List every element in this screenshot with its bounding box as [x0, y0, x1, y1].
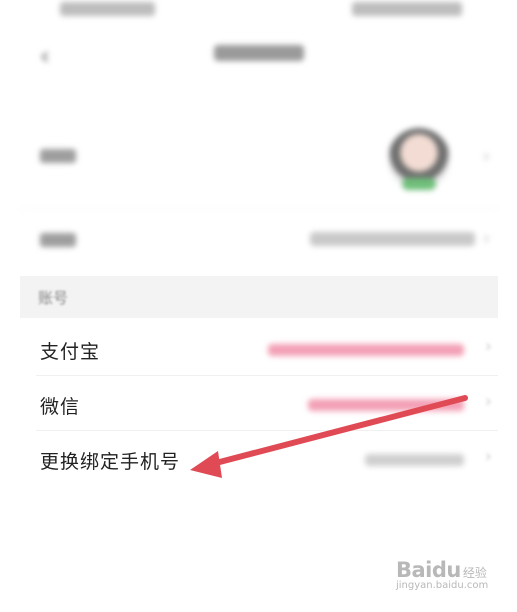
watermark-cn: 经验: [462, 566, 487, 580]
watermark-logo: Baidu: [396, 558, 461, 582]
arrow-shaft: [209, 395, 468, 467]
annotation-arrow: [190, 395, 468, 478]
baidu-jingyan-watermark: Baidu 经验 jingyan.baidu.com: [396, 558, 506, 606]
arrow-head: [190, 451, 222, 478]
watermark-url: jingyan.baidu.com: [396, 580, 489, 591]
